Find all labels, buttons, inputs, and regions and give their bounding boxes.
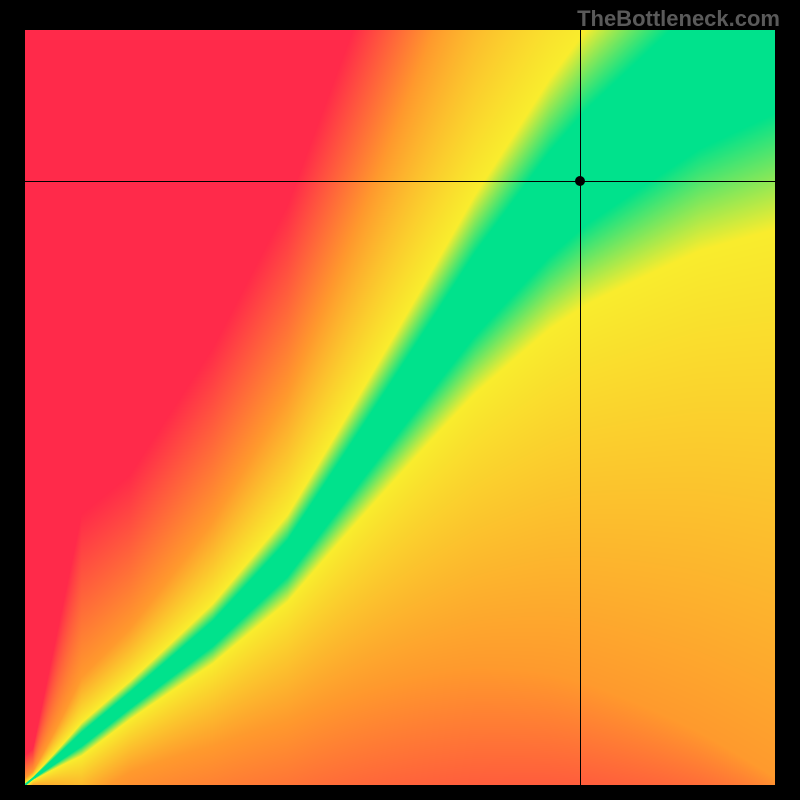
watermark-text: TheBottleneck.com <box>577 6 780 32</box>
heatmap-plot <box>25 30 775 785</box>
heatmap-canvas <box>25 30 775 785</box>
marker-dot <box>575 176 585 186</box>
crosshair-vertical <box>580 30 581 785</box>
crosshair-horizontal <box>25 181 775 182</box>
